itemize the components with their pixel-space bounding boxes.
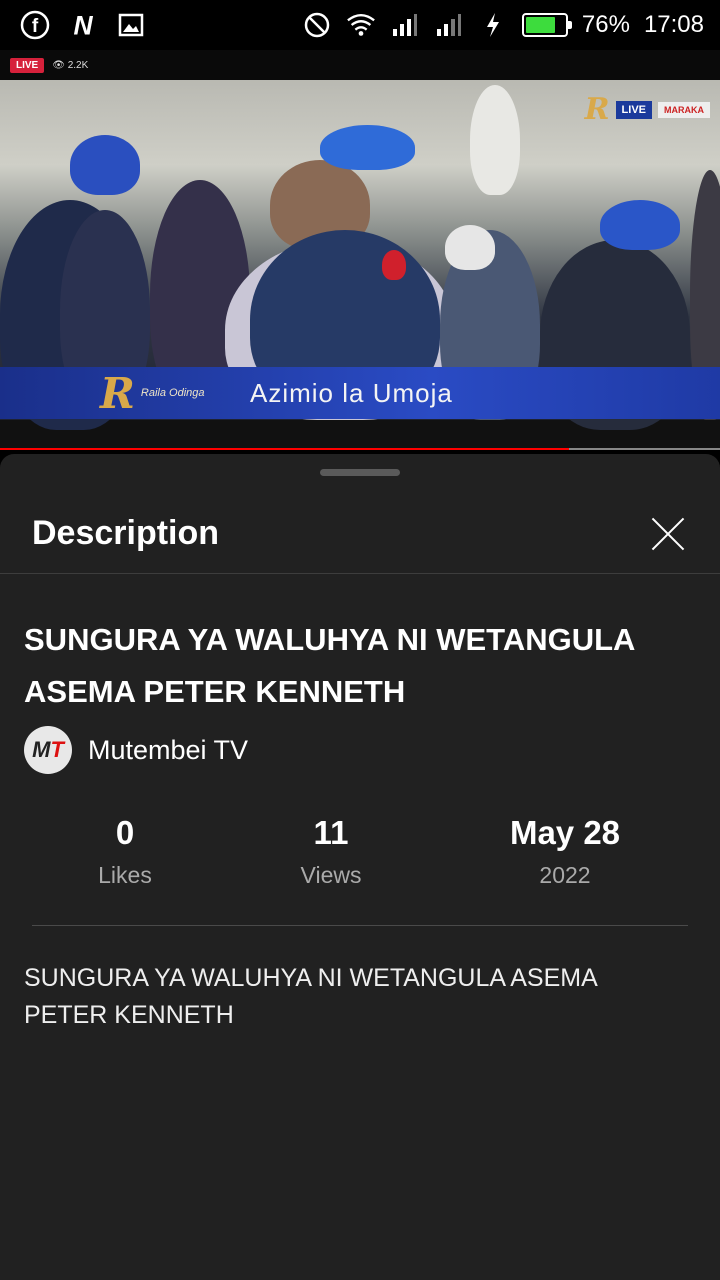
watermark-sub: MARAKA	[658, 101, 710, 118]
lower-third-banner: R Raila Odinga Azimio la Umoja	[0, 367, 720, 419]
facebook-icon: f	[20, 10, 50, 40]
svg-text:N: N	[73, 11, 93, 40]
signal-icon	[434, 10, 464, 40]
status-bar: f N 76% 17:08	[0, 0, 720, 50]
gallery-icon	[116, 10, 146, 40]
stat-likes: 0 Likes	[25, 814, 225, 889]
charging-icon	[478, 10, 508, 40]
description-text: SUNGURA YA WALUHYA NI WETANGULA ASEMA PE…	[24, 964, 597, 1029]
video-progress-played	[0, 448, 569, 450]
stat-views: 11 Views	[231, 814, 431, 889]
stat-date: May 28 2022	[465, 814, 665, 889]
video-title: SUNGURA YA WALUHYA NI WETANGULA ASEMA PE…	[24, 622, 635, 709]
avatar-letter-m: M	[32, 737, 51, 762]
channel-name[interactable]: Mutembei TV	[88, 735, 248, 766]
viewer-count-value: 2.2K	[67, 59, 89, 71]
svg-text:f: f	[32, 16, 39, 37]
channel-row[interactable]: MT Mutembei TV	[24, 726, 248, 774]
divider	[32, 925, 688, 926]
lower-third-title: Azimio la Umoja	[250, 377, 453, 408]
views-label: Views	[300, 862, 362, 888]
video-progress-bar[interactable]	[0, 448, 720, 450]
upload-date: May 28	[509, 814, 621, 851]
battery-icon	[521, 13, 572, 37]
likes-label: Likes	[98, 862, 152, 888]
close-icon[interactable]	[644, 512, 688, 556]
drag-handle[interactable]	[320, 469, 400, 476]
wifi-icon	[346, 10, 376, 40]
video-stats: 0 Likes 11 Views May 28 2022	[0, 814, 720, 904]
viewer-count: 👁 2.2K	[52, 59, 89, 71]
views-count: 11	[313, 814, 349, 851]
channel-watermark: R LIVE MARAKA	[585, 92, 710, 127]
video-player[interactable]: LIVE 👁 2.2K R LIVE MARAKA R Raila Odinga…	[0, 50, 720, 450]
upload-year: 2022	[539, 862, 591, 888]
signal-icon	[390, 10, 420, 40]
sheet-header: Description	[0, 494, 720, 574]
avatar[interactable]: MT	[24, 726, 72, 774]
status-right-icons: 76% 17:08	[302, 10, 704, 40]
lower-third-signature: Raila Odinga	[140, 387, 205, 399]
clock: 17:08	[643, 11, 704, 38]
lower-third-logo: R Raila Odinga	[0, 367, 210, 419]
watermark-live: LIVE	[615, 100, 652, 119]
brand-logo-icon: R	[100, 368, 135, 418]
status-left-icons: f N	[20, 10, 146, 40]
live-badge: LIVE	[10, 57, 45, 73]
netflix-icon: N	[68, 10, 98, 40]
battery-percent: 76%	[581, 11, 630, 38]
stream-info-bar: LIVE 👁 2.2K	[0, 50, 720, 80]
do-not-disturb-icon	[302, 10, 332, 40]
description-sheet: Description SUNGURA YA WALUHYA NI WETANG…	[0, 454, 720, 1280]
brand-logo-icon: R	[584, 92, 610, 127]
avatar-letter-t: T	[50, 737, 64, 762]
sheet-title: Description	[32, 514, 220, 552]
likes-count: 0	[115, 814, 135, 851]
